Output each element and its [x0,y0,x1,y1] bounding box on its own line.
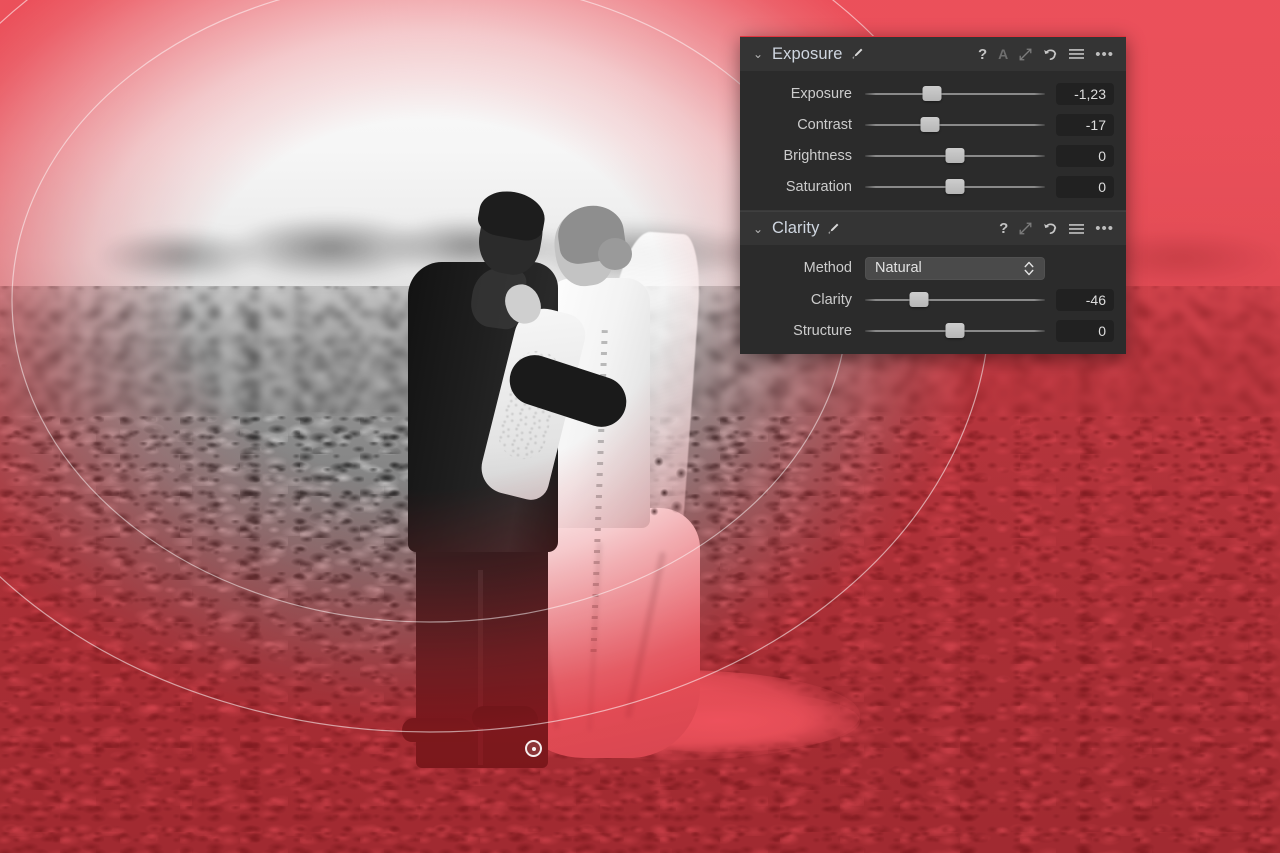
control-row-method: Method Natural [740,252,1126,284]
help-icon[interactable]: ? [978,47,987,62]
brush-icon[interactable] [850,47,864,61]
control-label: Exposure [790,85,852,102]
brush-icon[interactable] [826,222,840,236]
control-label: Saturation [785,178,852,195]
saturation-slider[interactable] [865,176,1045,198]
section-title-clarity: Clarity [772,219,820,237]
stepper-chevrons-icon[interactable] [1023,260,1035,277]
control-row-contrast: Contrast -17 [740,109,1126,140]
slider-knob[interactable] [945,148,965,163]
control-label: Method [803,260,852,276]
saturation-value-field[interactable]: 0 [1056,175,1114,198]
slider-track [865,298,1045,301]
control-row-brightness: Brightness 0 [740,140,1126,171]
presets-menu-icon[interactable] [1069,48,1085,60]
structure-slider[interactable] [865,320,1045,342]
section-title-exposure: Exposure [772,44,843,63]
slider-knob[interactable] [922,86,942,101]
control-row-saturation: Saturation 0 [740,171,1126,202]
structure-value-field[interactable]: 0 [1056,319,1114,342]
more-options-icon[interactable]: ••• [1095,47,1114,62]
section-header-icons: ? ••• [999,221,1114,236]
control-row-structure: Structure 0 [740,315,1126,346]
exposure-slider[interactable] [865,83,1045,105]
clarity-value-field[interactable]: -46 [1056,288,1114,311]
contrast-slider[interactable] [865,114,1045,136]
method-select-value: Natural [875,260,922,276]
control-label: Structure [793,322,852,339]
expand-icon[interactable] [1019,222,1032,235]
section-header-icons: ? A ••• [978,46,1114,62]
section-body-exposure: Exposure -1,23 Contrast -17 Brightness 0… [740,71,1126,210]
slider-track [865,123,1045,126]
chevron-down-icon[interactable]: ⌄ [750,48,766,60]
brightness-slider[interactable] [865,145,1045,167]
section-header-exposure[interactable]: ⌄ Exposure ? A ••• [740,37,1126,71]
slider-track [865,92,1045,95]
more-options-icon[interactable]: ••• [1095,221,1114,236]
presets-menu-icon[interactable] [1069,223,1085,235]
control-row-exposure: Exposure -1,23 [740,78,1126,109]
control-label: Contrast [797,116,852,133]
gradient-mask-handle[interactable] [525,740,542,757]
exposure-value-field[interactable]: -1,23 [1056,82,1114,105]
chevron-down-icon[interactable]: ⌄ [750,223,766,235]
reset-icon[interactable] [1043,47,1058,62]
reset-icon[interactable] [1043,221,1058,236]
auto-adjust-icon[interactable]: A [998,46,1008,62]
help-icon[interactable]: ? [999,221,1008,236]
slider-knob[interactable] [945,179,965,194]
expand-icon[interactable] [1019,48,1032,61]
slider-knob[interactable] [945,323,965,338]
clarity-slider[interactable] [865,289,1045,311]
slider-knob[interactable] [909,292,929,307]
control-row-clarity: Clarity -46 [740,284,1126,315]
section-header-clarity[interactable]: ⌄ Clarity ? ••• [740,211,1126,245]
brightness-value-field[interactable]: 0 [1056,144,1114,167]
slider-knob[interactable] [920,117,940,132]
adjustments-panel: ⌄ Exposure ? A ••• Exposure -1,23 Contra… [740,36,1126,354]
control-label: Brightness [783,147,852,164]
contrast-value-field[interactable]: -17 [1056,113,1114,136]
app-window: ⌄ Exposure ? A ••• Exposure -1,23 Contra… [0,0,1280,853]
control-label: Clarity [810,291,852,308]
method-select[interactable]: Natural [865,256,1045,280]
section-body-clarity: Method Natural Clarity -46 Structure 0 [740,245,1126,354]
